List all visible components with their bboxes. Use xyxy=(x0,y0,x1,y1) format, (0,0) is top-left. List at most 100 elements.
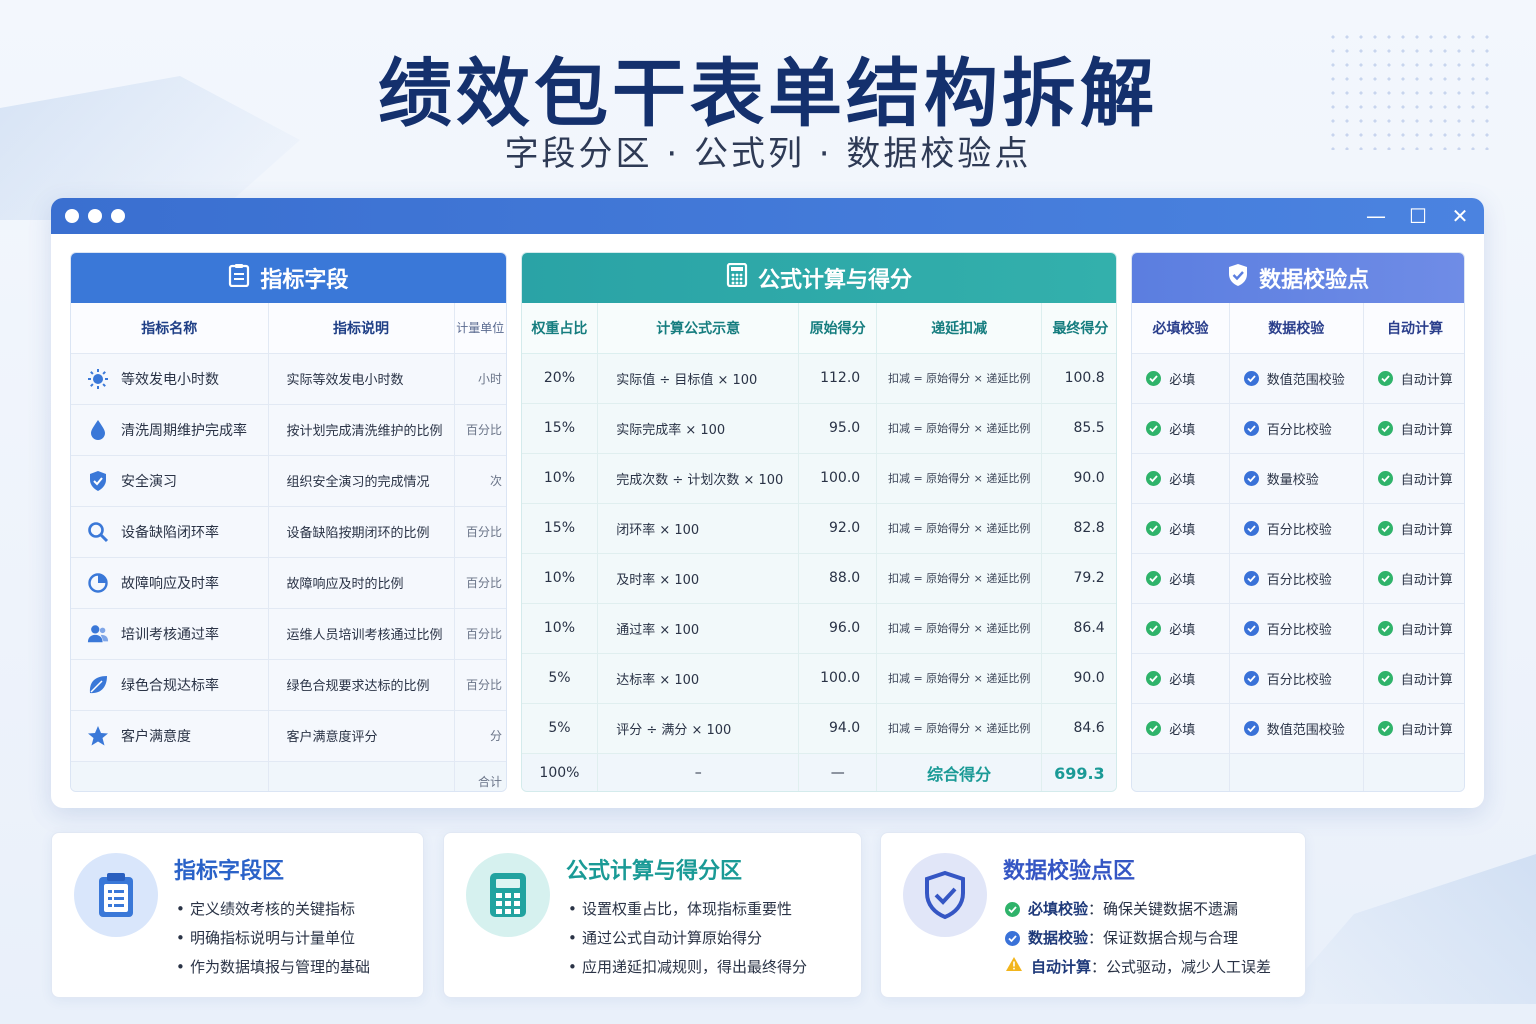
column-header[interactable]: 指标名称 xyxy=(71,303,269,354)
final-score-cell[interactable]: 100.8 xyxy=(1041,353,1117,404)
table-row[interactable]: 15% 实际完成率 × 100 95.0 扣减 = 原始得分 × 递延比例 85.5 xyxy=(521,403,1117,454)
table-row[interactable]: 等效发电小时数 实际等效发电小时数 小时 xyxy=(71,353,506,405)
indicator-unit-cell[interactable]: 百分比 xyxy=(454,506,506,558)
table-row[interactable]: 必填 百分比校验 自动计算 xyxy=(1132,653,1465,704)
deduction-cell[interactable]: 扣减 = 原始得分 × 递延比例 xyxy=(876,453,1043,504)
raw-score-cell[interactable]: 95.0 xyxy=(798,403,878,454)
column-header[interactable]: 递延扣减 xyxy=(876,303,1043,354)
formula-cell[interactable]: 评分 ÷ 满分 × 100 xyxy=(597,703,800,754)
raw-score-cell[interactable]: 100.0 xyxy=(798,453,878,504)
close-button[interactable]: ✕ xyxy=(1450,204,1470,228)
deduction-cell[interactable]: 扣减 = 原始得分 × 递延比例 xyxy=(876,403,1043,454)
data-check-cell[interactable]: 数值范围校验 xyxy=(1229,703,1364,754)
column-header[interactable]: 权重占比 xyxy=(521,303,599,354)
auto-calc-cell[interactable]: 自动计算 xyxy=(1363,403,1465,454)
indicator-unit-cell[interactable]: 百分比 xyxy=(454,404,506,456)
table-row[interactable]: 20% 实际值 ÷ 目标值 × 100 112.0 扣减 = 原始得分 × 递延比例 1… xyxy=(521,353,1117,404)
column-header[interactable]: 指标说明 xyxy=(268,303,455,354)
column-header[interactable]: 必填校验 xyxy=(1132,303,1230,354)
auto-calc-cell[interactable]: 自动计算 xyxy=(1363,653,1465,704)
data-check-cell[interactable]: 百分比校验 xyxy=(1229,503,1364,554)
table-row[interactable]: 必填 数值范围校验 自动计算 xyxy=(1132,353,1465,404)
required-check-cell[interactable]: 必填 xyxy=(1132,603,1230,654)
weight-cell[interactable]: 5% xyxy=(521,703,599,754)
column-header[interactable]: 计量单位 xyxy=(454,303,506,354)
required-check-cell[interactable]: 必填 xyxy=(1132,653,1230,704)
data-check-cell[interactable]: 数值范围校验 xyxy=(1229,353,1364,404)
minimize-button[interactable]: — xyxy=(1366,204,1386,228)
table-row[interactable]: 必填 百分比校验 自动计算 xyxy=(1132,603,1465,654)
table-row[interactable]: 客户满意度 客户满意度评分分 xyxy=(71,710,506,762)
final-score-cell[interactable]: 84.6 xyxy=(1041,703,1117,754)
indicator-unit-cell[interactable]: 次 xyxy=(454,455,506,507)
final-score-cell[interactable]: 90.0 xyxy=(1041,653,1117,704)
window-dot-icon[interactable] xyxy=(88,209,102,223)
maximize-button[interactable]: ☐ xyxy=(1408,204,1428,228)
window-dot-icon[interactable] xyxy=(65,209,79,223)
indicator-unit-cell[interactable]: 小时 xyxy=(454,353,506,405)
column-header[interactable]: 计算公式示意 xyxy=(597,303,800,354)
table-row[interactable]: 必填 百分比校验 自动计算 xyxy=(1132,503,1465,554)
required-check-cell[interactable]: 必填 xyxy=(1132,703,1230,754)
indicator-name-cell[interactable]: 培训考核通过率 xyxy=(71,608,269,660)
indicator-desc-cell[interactable]: 按计划完成清洗维护的比例 xyxy=(268,404,455,456)
deduction-cell[interactable]: 扣减 = 原始得分 × 递延比例 xyxy=(876,703,1043,754)
table-row[interactable]: 必填 数量校验 自动计算 xyxy=(1132,453,1465,504)
formula-cell[interactable]: 实际值 ÷ 目标值 × 100 xyxy=(597,353,800,404)
table-row[interactable]: 10% 完成次数 ÷ 计划次数 × 100 100.0 扣减 = 原始得分 × 递延比… xyxy=(521,453,1117,504)
indicator-unit-cell[interactable]: 分 xyxy=(454,710,506,762)
formula-cell[interactable]: 完成次数 ÷ 计划次数 × 100 xyxy=(597,453,800,504)
formula-cell[interactable]: 闭环率 × 100 xyxy=(597,503,800,554)
raw-score-cell[interactable]: 96.0 xyxy=(798,603,878,654)
indicator-name-cell[interactable]: 设备缺陷闭环率 xyxy=(71,506,269,558)
column-header[interactable]: 数据校验 xyxy=(1229,303,1364,354)
required-check-cell[interactable]: 必填 xyxy=(1132,403,1230,454)
data-check-cell[interactable]: 百分比校验 xyxy=(1229,403,1364,454)
data-check-cell[interactable]: 数量校验 xyxy=(1229,453,1364,504)
data-check-cell[interactable]: 百分比校验 xyxy=(1229,653,1364,704)
deduction-cell[interactable]: 扣减 = 原始得分 × 递延比例 xyxy=(876,603,1043,654)
final-score-cell[interactable]: 79.2 xyxy=(1041,553,1117,604)
auto-calc-cell[interactable]: 自动计算 xyxy=(1363,353,1465,404)
indicator-desc-cell[interactable]: 客户满意度评分 xyxy=(268,710,455,762)
indicator-unit-cell[interactable]: 百分比 xyxy=(454,557,506,609)
weight-cell[interactable]: 15% xyxy=(521,403,599,454)
final-score-cell[interactable]: 85.5 xyxy=(1041,403,1117,454)
auto-calc-cell[interactable]: 自动计算 xyxy=(1363,703,1465,754)
weight-cell[interactable]: 20% xyxy=(521,353,599,404)
raw-score-cell[interactable]: 92.0 xyxy=(798,503,878,554)
deduction-cell[interactable]: 扣减 = 原始得分 × 递延比例 xyxy=(876,553,1043,604)
table-row[interactable]: 安全演习 组织安全演习的完成情况次 xyxy=(71,455,506,507)
raw-score-cell[interactable]: 112.0 xyxy=(798,353,878,404)
indicator-unit-cell[interactable]: 百分比 xyxy=(454,659,506,711)
raw-score-cell[interactable]: 94.0 xyxy=(798,703,878,754)
table-row[interactable]: 必填 数值范围校验 自动计算 xyxy=(1132,703,1465,754)
table-row[interactable]: 必填 百分比校验 自动计算 xyxy=(1132,553,1465,604)
formula-cell[interactable]: 及时率 × 100 xyxy=(597,553,800,604)
data-check-cell[interactable]: 百分比校验 xyxy=(1229,603,1364,654)
indicator-name-cell[interactable]: 安全演习 xyxy=(71,455,269,507)
indicator-desc-cell[interactable]: 组织安全演习的完成情况 xyxy=(268,455,455,507)
final-score-cell[interactable]: 90.0 xyxy=(1041,453,1117,504)
table-row[interactable]: 设备缺陷闭环率 设备缺陷按期闭环的比例 百分比 xyxy=(71,506,506,558)
table-row[interactable]: 5% 达标率 × 100 100.0 扣减 = 原始得分 × 递延比例 90.0 xyxy=(521,653,1117,704)
column-header[interactable]: 原始得分 xyxy=(798,303,878,354)
deduction-cell[interactable]: 扣减 = 原始得分 × 递延比例 xyxy=(876,653,1043,704)
weight-cell[interactable]: 10% xyxy=(521,603,599,654)
weight-cell[interactable]: 10% xyxy=(521,453,599,504)
table-row[interactable]: 15% 闭环率 × 100 92.0 扣减 = 原始得分 × 递延比例 82.8 xyxy=(521,503,1117,554)
formula-cell[interactable]: 达标率 × 100 xyxy=(597,653,800,704)
weight-cell[interactable]: 15% xyxy=(521,503,599,554)
required-check-cell[interactable]: 必填 xyxy=(1132,553,1230,604)
indicator-name-cell[interactable]: 绿色合规达标率 xyxy=(71,659,269,711)
window-dot-icon[interactable] xyxy=(111,209,125,223)
auto-calc-cell[interactable]: 自动计算 xyxy=(1363,553,1465,604)
indicator-name-cell[interactable]: 故障响应及时率 xyxy=(71,557,269,609)
auto-calc-cell[interactable]: 自动计算 xyxy=(1363,603,1465,654)
table-row[interactable]: 5% 评分 ÷ 满分 × 100 94.0 扣减 = 原始得分 × 递延比例 84.6 xyxy=(521,703,1117,754)
indicator-desc-cell[interactable]: 故障响应及时的比例 xyxy=(268,557,455,609)
auto-calc-cell[interactable]: 自动计算 xyxy=(1363,503,1465,554)
table-row[interactable]: 故障响应及时率 故障响应及时的比例 百分比 xyxy=(71,557,506,609)
table-row[interactable]: 绿色合规达标率 绿色合规要求达标的比例 百分比 xyxy=(71,659,506,711)
column-header[interactable]: 最终得分 xyxy=(1041,303,1117,354)
